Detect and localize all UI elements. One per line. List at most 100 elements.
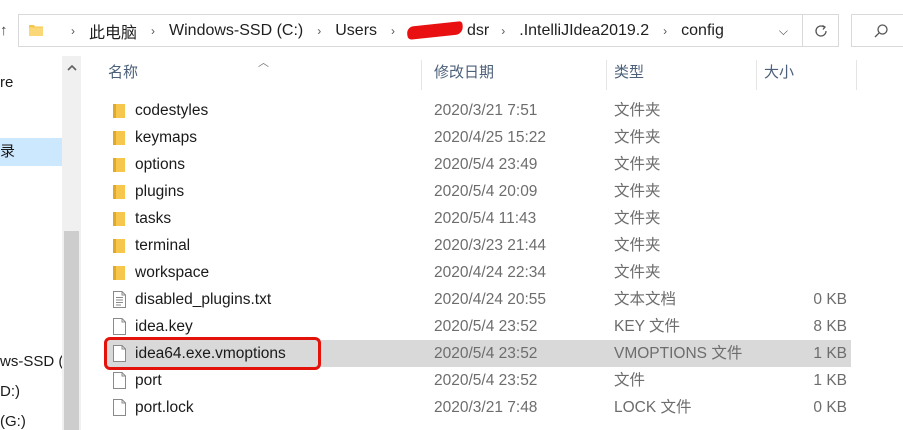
scrollbar-thumb[interactable] xyxy=(64,231,79,430)
text-file-icon xyxy=(113,291,126,308)
file-size: 8 KB xyxy=(813,318,847,335)
file-type: 文件夹 xyxy=(614,129,661,146)
file-date: 2020/5/4 11:43 xyxy=(434,210,537,227)
nav-item-selected[interactable]: 录 xyxy=(0,138,62,166)
file-date: 2020/5/4 23:52 xyxy=(434,345,538,362)
file-type: 文件夹 xyxy=(614,183,661,200)
refresh-icon xyxy=(814,24,827,37)
breadcrumb-item[interactable]: 此电脑 xyxy=(87,19,139,43)
file-name[interactable]: workspace xyxy=(135,259,209,286)
folder-icon xyxy=(113,104,125,118)
chevron-right-icon[interactable]: › xyxy=(501,24,505,38)
chevron-right-icon[interactable]: › xyxy=(317,24,321,38)
file-date: 2020/5/4 23:52 xyxy=(434,372,538,389)
breadcrumb-item[interactable]: config xyxy=(679,22,726,40)
file-row[interactable]: tasks 2020/5/4 11:43 文件夹 xyxy=(105,205,851,232)
file-type: KEY 文件 xyxy=(614,318,681,335)
file-name[interactable]: plugins xyxy=(135,178,184,205)
file-row[interactable]: port.lock 2020/3/21 7:48 LOCK 文件 0 KB xyxy=(105,394,851,421)
file-date: 2020/4/24 22:34 xyxy=(434,264,547,281)
breadcrumb-item[interactable]: Users xyxy=(333,22,379,40)
chevron-up-icon xyxy=(66,64,77,71)
search-input[interactable] xyxy=(851,14,903,47)
chevron-down-icon[interactable]: ⌵ xyxy=(779,24,788,39)
nav-item-drive-d[interactable]: D:) xyxy=(0,378,20,406)
file-size: 1 KB xyxy=(813,372,847,389)
column-divider[interactable] xyxy=(421,60,422,90)
folder-icon xyxy=(113,158,125,172)
file-name[interactable]: port.lock xyxy=(135,394,194,421)
file-date: 2020/3/23 21:44 xyxy=(434,237,547,254)
file-date: 2020/4/24 20:55 xyxy=(434,291,547,308)
file-row[interactable]: keymaps 2020/4/25 15:22 文件夹 xyxy=(105,124,851,151)
file-type: VMOPTIONS 文件 xyxy=(614,345,743,362)
folder-icon xyxy=(113,212,125,226)
file-name[interactable]: disabled_plugins.txt xyxy=(135,286,271,313)
file-type: 文件 xyxy=(614,372,646,389)
column-type[interactable]: 类型 xyxy=(614,56,644,90)
file-type: 文件夹 xyxy=(614,210,661,227)
file-icon xyxy=(113,345,126,362)
file-size: 0 KB xyxy=(813,291,847,308)
file-row[interactable]: disabled_plugins.txt 2020/4/24 20:55 文本文档 0… xyxy=(105,286,851,313)
file-row[interactable]: plugins 2020/5/4 20:09 文件夹 xyxy=(105,178,851,205)
redaction-mark xyxy=(406,20,464,40)
column-date[interactable]: 修改日期 xyxy=(434,56,494,90)
column-divider[interactable] xyxy=(756,60,757,90)
file-date: 2020/5/4 23:49 xyxy=(434,156,538,173)
file-icon xyxy=(113,372,126,389)
folder-icon xyxy=(113,131,125,145)
column-name[interactable]: 名称 xyxy=(108,56,138,90)
nav-item-drive-g[interactable]: (G:) xyxy=(0,408,26,430)
file-type: 文件夹 xyxy=(614,264,661,281)
file-name[interactable]: terminal xyxy=(135,232,190,259)
breadcrumb-item[interactable]: .IntelliJIdea2019.2 xyxy=(517,22,651,40)
file-date: 2020/3/21 7:48 xyxy=(434,399,538,416)
folder-icon xyxy=(113,239,125,253)
file-name[interactable]: tasks xyxy=(135,205,171,232)
file-list: ︿ 名称 修改日期 类型 大小 codestyles 2020/3/21 7:51… xyxy=(81,56,903,430)
file-row[interactable]: options 2020/5/4 23:49 文件夹 xyxy=(105,151,851,178)
file-type: 文件夹 xyxy=(614,237,661,254)
file-type: LOCK 文件 xyxy=(614,399,692,416)
file-row[interactable]: port 2020/5/4 23:52 文件 1 KB xyxy=(105,367,851,394)
up-arrow-icon[interactable]: ↑ xyxy=(0,19,14,43)
file-type: 文件夹 xyxy=(614,156,661,173)
file-date: 2020/5/4 23:52 xyxy=(434,318,538,335)
file-date: 2020/3/21 7:51 xyxy=(434,102,538,119)
file-size: 0 KB xyxy=(813,399,847,416)
address-bar-row: ↑ › 此电脑 › Windows-SSD (C:) › Users › dsr › .Intel… xyxy=(0,0,903,62)
chevron-right-icon[interactable]: › xyxy=(71,24,75,38)
folder-icon xyxy=(29,25,43,36)
sort-ascending-icon: ︿ xyxy=(258,57,269,69)
file-name[interactable]: keymaps xyxy=(135,124,197,151)
file-row[interactable]: idea.key 2020/5/4 23:52 KEY 文件 8 KB xyxy=(105,313,851,340)
file-row[interactable]: idea64.exe.vmoptions 2020/5/4 23:52 VMOPTI… xyxy=(105,340,851,367)
file-type: 文件夹 xyxy=(614,102,661,119)
column-divider[interactable] xyxy=(856,60,857,90)
file-name[interactable]: port xyxy=(135,367,162,394)
file-row[interactable]: codestyles 2020/3/21 7:51 文件夹 xyxy=(105,97,851,124)
breadcrumb-item[interactable]: Windows-SSD (C:) xyxy=(167,22,305,40)
file-row[interactable]: terminal 2020/3/23 21:44 文件夹 xyxy=(105,232,851,259)
file-size: 1 KB xyxy=(813,345,847,362)
search-icon xyxy=(874,24,888,38)
column-divider[interactable] xyxy=(606,60,607,90)
nav-item-quick-access[interactable]: re xyxy=(0,69,13,97)
chevron-right-icon[interactable]: › xyxy=(663,24,667,38)
file-date: 2020/4/25 15:22 xyxy=(434,129,547,146)
file-name[interactable]: options xyxy=(135,151,185,178)
nav-item-windows-ssd[interactable]: ws-SSD ( xyxy=(0,348,62,376)
file-name[interactable]: codestyles xyxy=(135,97,208,124)
file-name[interactable]: idea.key xyxy=(135,313,193,340)
scroll-up-button[interactable] xyxy=(62,56,81,78)
column-header: ︿ 名称 修改日期 类型 大小 xyxy=(81,56,857,90)
chevron-right-icon[interactable]: › xyxy=(391,24,395,38)
address-bar[interactable]: › 此电脑 › Windows-SSD (C:) › Users › dsr › .Intelli… xyxy=(18,14,803,47)
chevron-right-icon[interactable]: › xyxy=(151,24,155,38)
file-row[interactable]: workspace 2020/4/24 22:34 文件夹 xyxy=(105,259,851,286)
nav-scrollbar[interactable] xyxy=(62,56,81,430)
column-size[interactable]: 大小 xyxy=(764,56,794,90)
file-name[interactable]: idea64.exe.vmoptions xyxy=(135,340,286,367)
refresh-button[interactable] xyxy=(803,14,839,47)
